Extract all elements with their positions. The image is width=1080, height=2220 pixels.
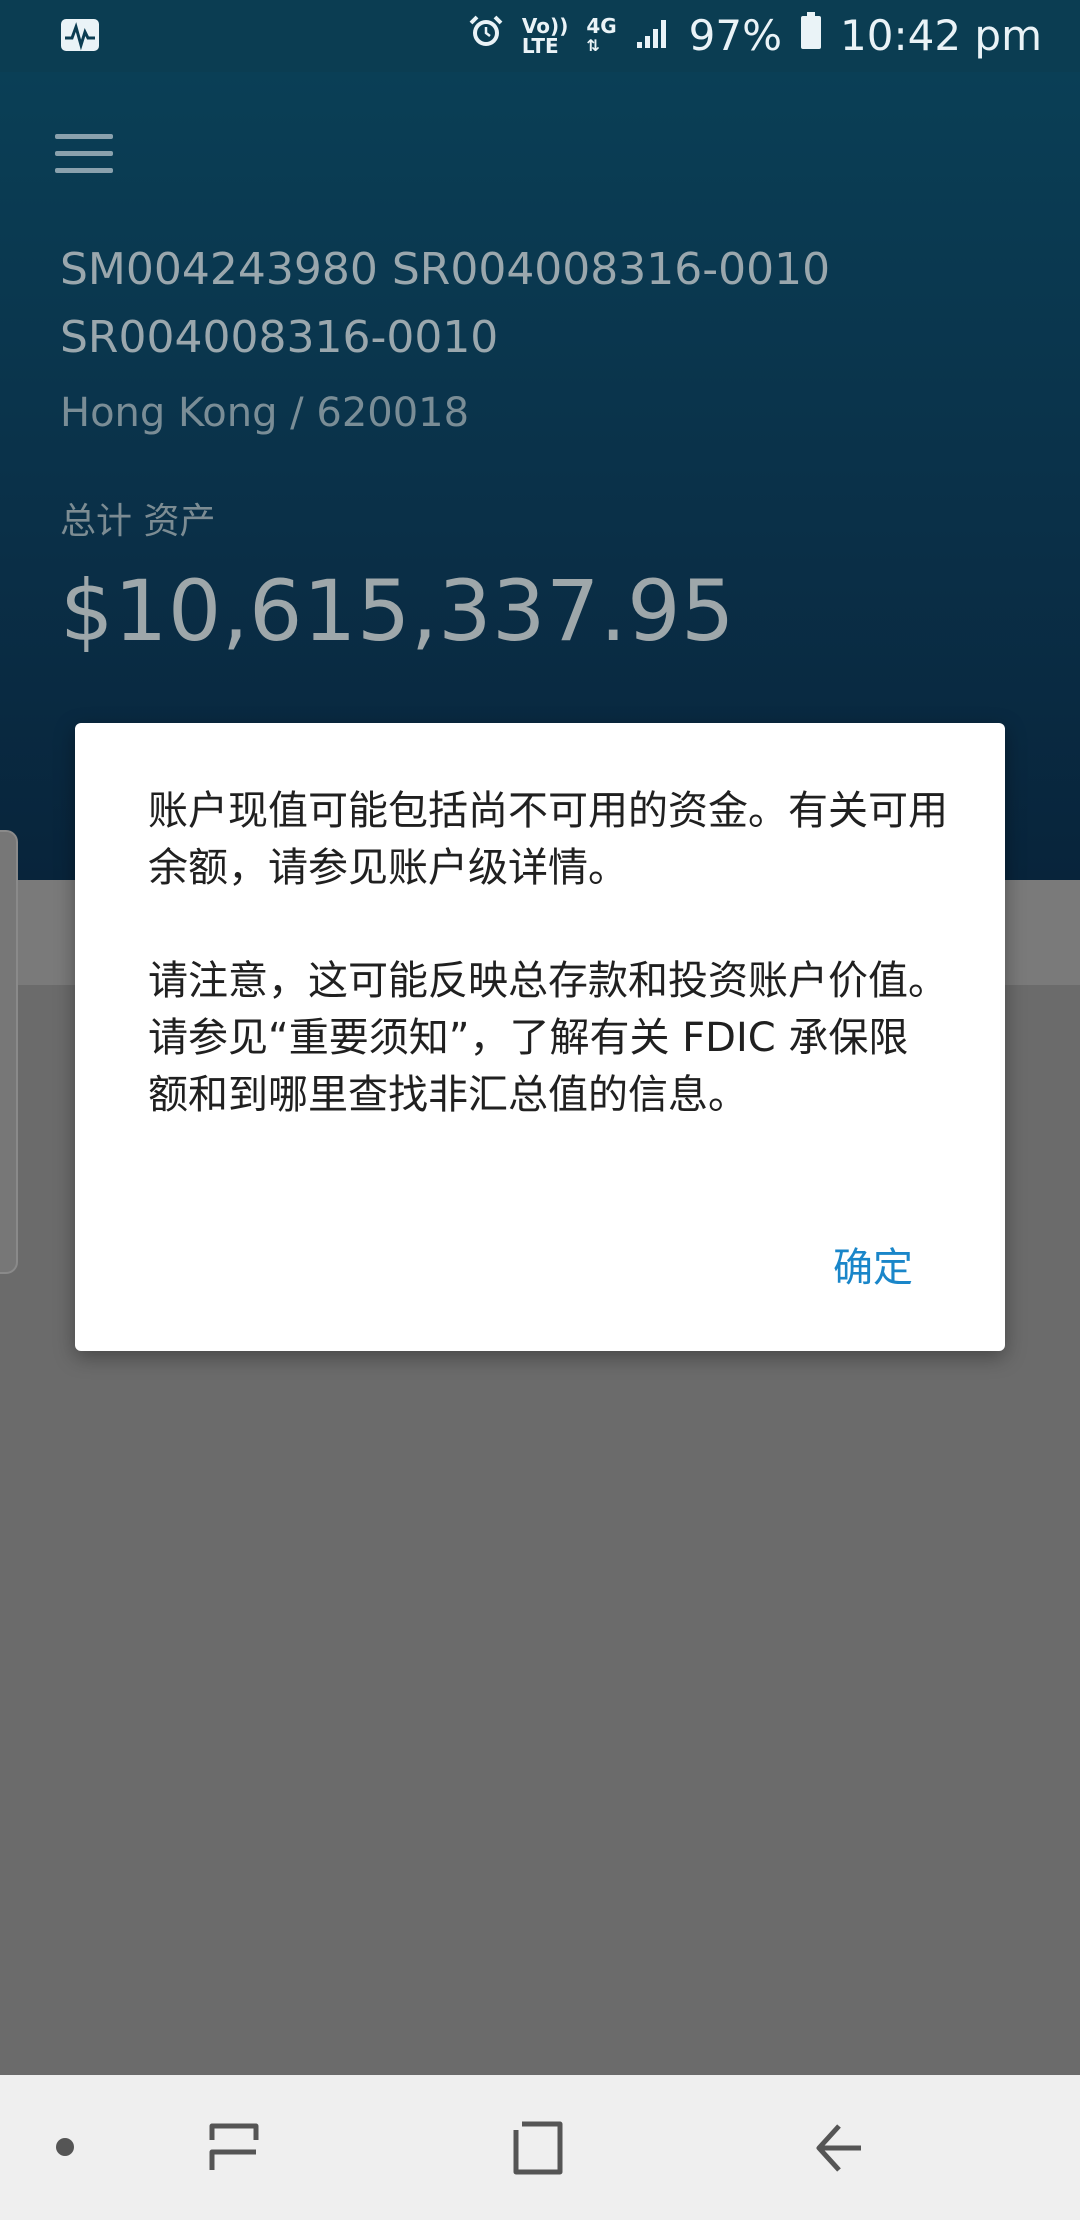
info-dialog: 账户现值可能包括尚不可用的资金。有关可用余额，请参见账户级详情。 请注意，这可能…	[75, 723, 1005, 1351]
home-icon[interactable]	[510, 2120, 566, 2180]
signal-icon	[635, 10, 671, 62]
activity-icon	[60, 18, 100, 56]
alarm-icon	[468, 10, 504, 62]
dialog-message-2: 请注意，这可能反映总存款和投资账户价值。 请参见“重要须知”，了解有关 FDIC…	[148, 958, 948, 1118]
total-assets-label: 总计 资产	[60, 501, 216, 542]
hamburger-menu-icon[interactable]	[55, 134, 113, 178]
side-card-edge	[0, 830, 18, 1274]
total-assets-value: $10,615,337.95	[60, 562, 735, 660]
clock: 10:42 pm	[840, 11, 1042, 60]
volte-indicator: Vo)) LTE	[521, 14, 569, 58]
status-bar: Vo)) LTE 4G ⇅ 97% 10:42 pm	[0, 0, 1080, 72]
dialog-message-1: 账户现值可能包括尚不可用的资金。有关可用余额，请参见账户级详情。	[148, 788, 948, 891]
account-number-line2: SR004008316-0010	[60, 312, 499, 363]
dot-icon[interactable]	[55, 2137, 75, 2161]
account-number-line1: SM004243980 SR004008316-0010	[60, 244, 831, 295]
recent-apps-icon[interactable]	[208, 2120, 260, 2180]
network-indicator: 4G ⇅	[586, 14, 617, 55]
navigation-bar	[0, 2075, 1080, 2220]
battery-icon	[800, 10, 822, 62]
back-icon[interactable]	[815, 2120, 865, 2180]
ok-button[interactable]: 确定	[833, 1235, 913, 1293]
battery-percent: 97%	[688, 11, 783, 60]
account-location: Hong Kong / 620018	[60, 390, 470, 436]
